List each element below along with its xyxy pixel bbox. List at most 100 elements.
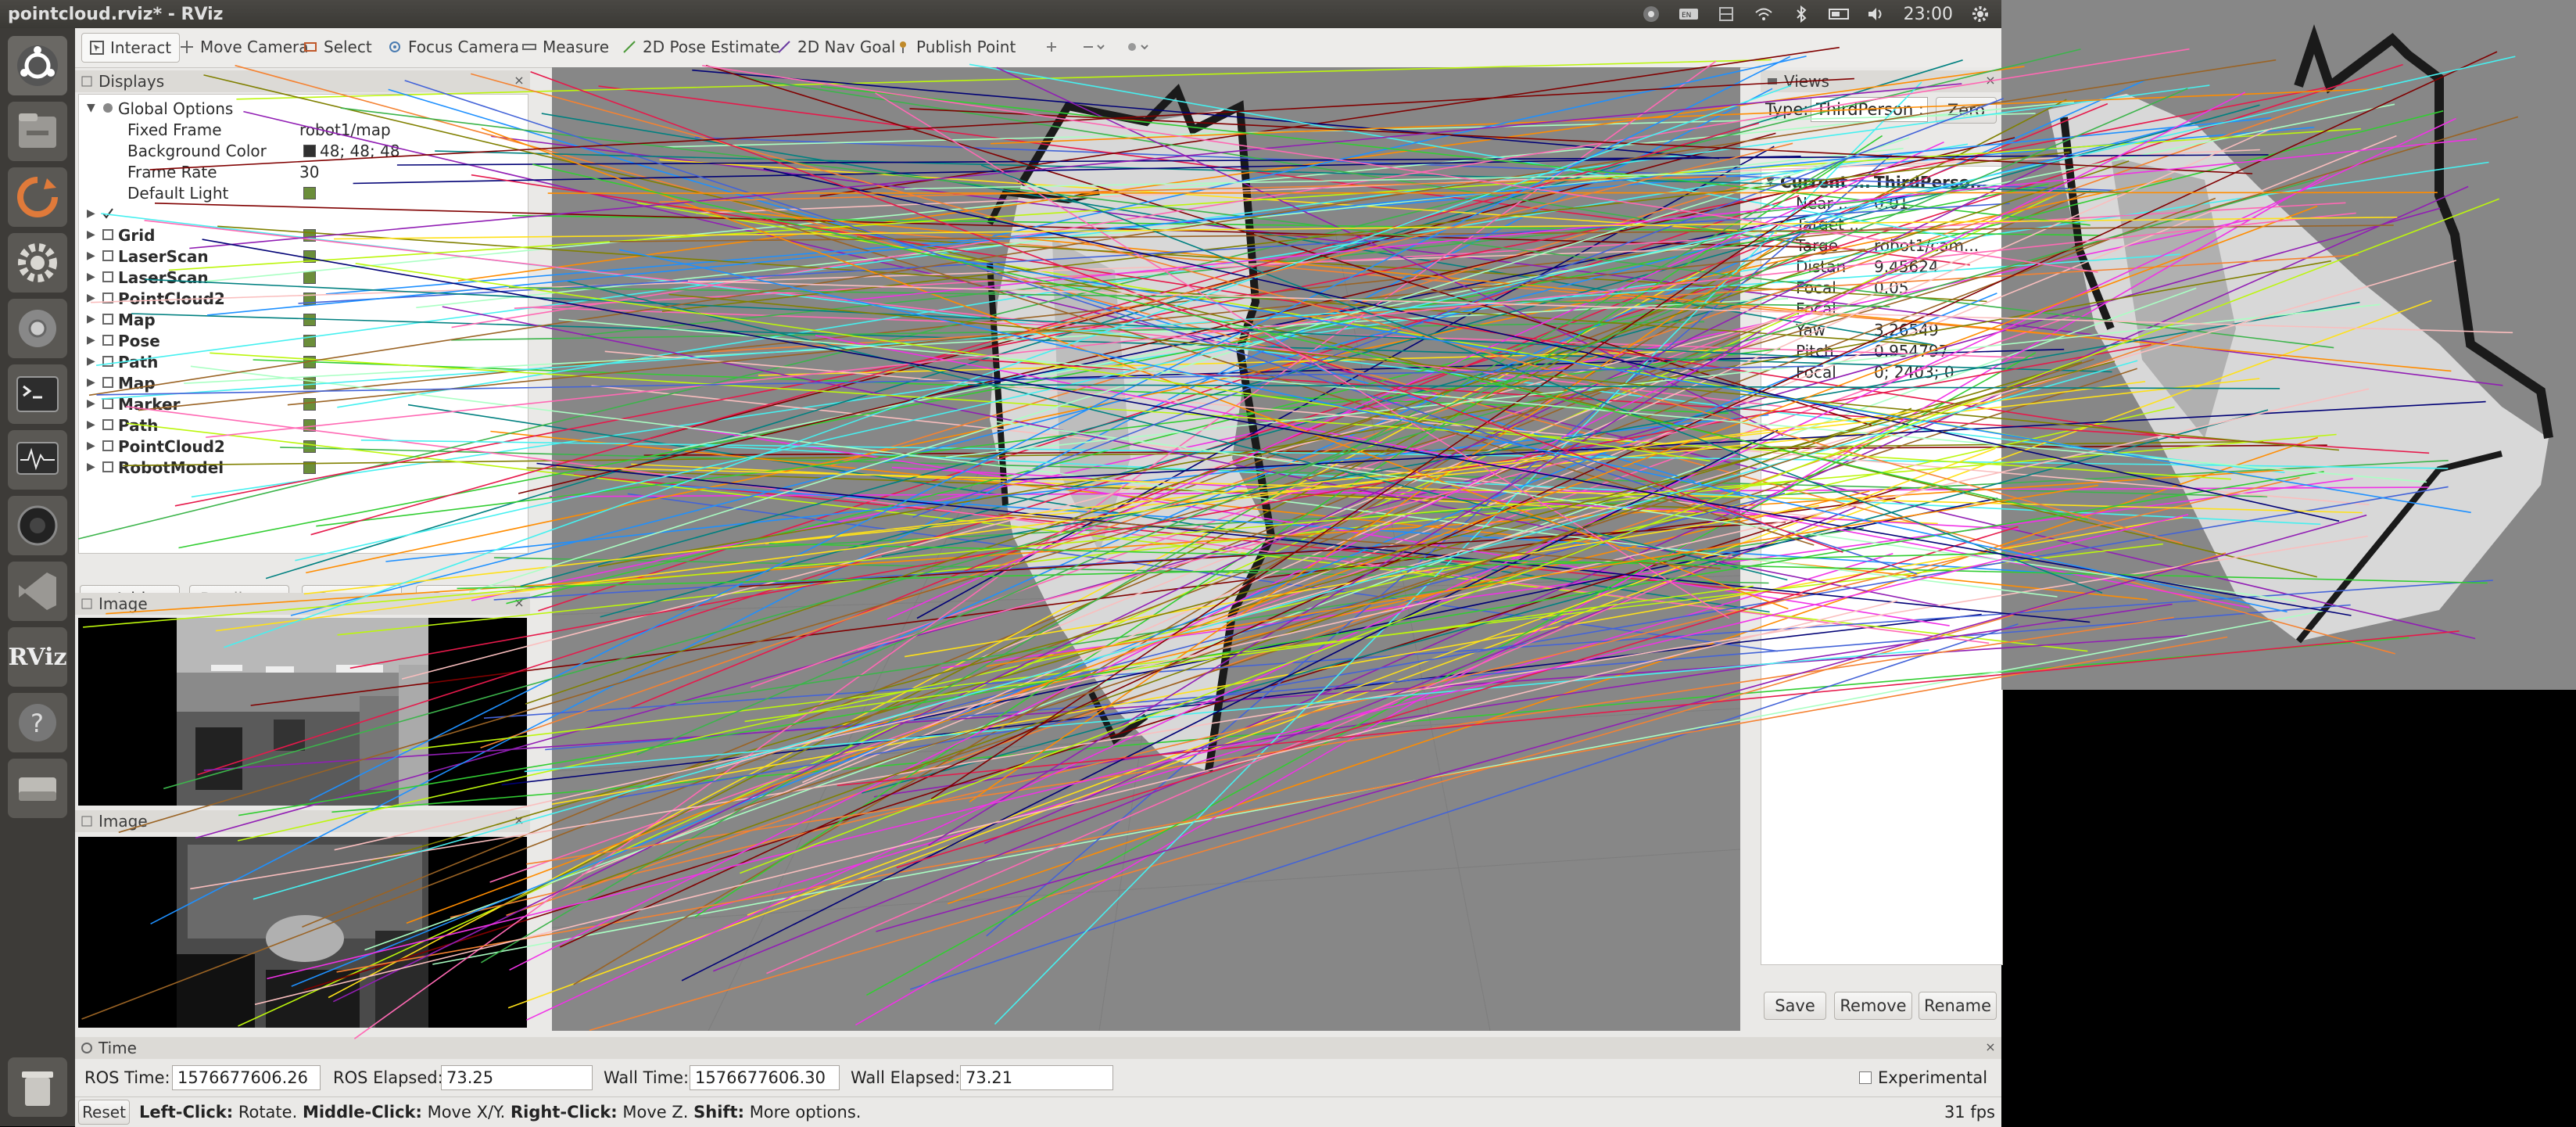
tool-publish-point[interactable]: Publish Point	[888, 33, 1023, 61]
wall-time-field[interactable]: 1576677606.30	[690, 1065, 840, 1090]
view-property-row[interactable]: Targe robot1/cam...	[1761, 235, 2002, 256]
enabled-checkbox[interactable]	[303, 250, 316, 263]
collapsed-arrow-icon[interactable]: ▶	[87, 440, 95, 452]
visual-studio-code-icon[interactable]	[8, 562, 67, 621]
terminal-icon[interactable]	[8, 364, 67, 424]
enabled-checkbox[interactable]	[303, 314, 316, 326]
chrome-icon[interactable]	[8, 299, 67, 358]
display-item-laserscan[interactable]: ▶ LaserScan	[79, 246, 517, 267]
wall-elapsed-field[interactable]: 73.21	[960, 1065, 1113, 1090]
enabled-checkbox[interactable]	[303, 461, 316, 474]
ros-time-field[interactable]: 1576677606.26	[172, 1065, 321, 1090]
display-item-grid[interactable]: ▶ Grid	[79, 224, 517, 246]
tool-measure[interactable]: Measure	[514, 33, 617, 61]
view-property-row[interactable]: Pitch 0.954797	[1761, 340, 2002, 361]
checkbox[interactable]	[303, 187, 316, 199]
enabled-checkbox[interactable]	[303, 419, 316, 432]
display-item-pointcloud2[interactable]: ▶ PointCloud2	[79, 288, 517, 309]
webcam-icon[interactable]	[8, 496, 67, 555]
system-settings-icon[interactable]	[8, 233, 67, 293]
3d-render-viewport[interactable]	[552, 67, 1740, 1031]
battery-icon[interactable]	[1828, 4, 1849, 24]
enabled-checkbox[interactable]	[303, 440, 316, 453]
option-row[interactable]: Default Light	[79, 182, 517, 203]
enabled-checkbox[interactable]	[303, 377, 316, 389]
display-item-robotmodel[interactable]: ▶ RobotModel	[79, 457, 517, 478]
display-item-marker[interactable]: ▶ Marker	[79, 393, 517, 415]
close-icon[interactable]: ×	[1984, 1041, 1997, 1053]
expanded-arrow-icon[interactable]: ▼	[87, 102, 95, 114]
display-item-pointcloud2[interactable]: ▶ PointCloud2	[79, 436, 517, 457]
display-item-path[interactable]: ▶ Path	[79, 415, 517, 436]
collapsed-arrow-icon[interactable]: ▶	[87, 292, 95, 304]
view-property-row[interactable]: Distan 9.45624	[1761, 256, 2002, 277]
option-row[interactable]: Frame Rate 30	[79, 161, 517, 182]
view-property-row[interactable]: Focal 0; 2403; 0	[1761, 361, 2002, 382]
display-tree[interactable]: ▼ Global Options Fixed Frame robot1/map …	[78, 94, 528, 554]
camera-type-button[interactable]	[1118, 33, 1157, 61]
enabled-checkbox[interactable]	[303, 271, 316, 284]
files-icon[interactable]	[8, 102, 67, 161]
global-options-row[interactable]: ▼ Global Options	[79, 98, 517, 119]
system-monitor-icon[interactable]	[8, 430, 67, 490]
clock[interactable]: 23:00	[1904, 5, 1953, 24]
display-item-map[interactable]: ▶ Map	[79, 309, 517, 330]
view-property-row[interactable]: Target ...	[1761, 214, 2002, 235]
color-swatch[interactable]	[303, 145, 316, 157]
tool-2d-nav-goal[interactable]: 2D Nav Goal	[769, 33, 903, 61]
collapsed-arrow-icon[interactable]: ▶	[87, 228, 95, 241]
collapsed-arrow-icon[interactable]: ▶	[87, 397, 95, 410]
tool-move-camera[interactable]: Move Camera	[172, 33, 316, 61]
tool-select[interactable]: Select	[296, 33, 380, 61]
views-list[interactable]: ▼ Current ... ThirdPerso... Near ... 0.01…	[1761, 166, 2003, 965]
current-view-row[interactable]: ▼ Current ... ThirdPerso...	[1761, 171, 2002, 192]
display-item-laserscan[interactable]: ▶ LaserScan	[79, 267, 517, 288]
add-tool-button[interactable]	[1037, 33, 1066, 61]
rename-view-button[interactable]: Rename	[1919, 992, 1997, 1020]
rgb-camera-image[interactable]	[78, 618, 527, 806]
wifi-icon[interactable]	[1754, 4, 1774, 24]
remove-view-button[interactable]: Remove	[1834, 992, 1912, 1020]
collapsed-arrow-icon[interactable]: ▶	[87, 207, 95, 220]
disk-icon[interactable]	[8, 759, 67, 818]
close-icon[interactable]: ×	[513, 74, 525, 87]
chrome-icon[interactable]	[1641, 4, 1661, 24]
collapsed-arrow-icon[interactable]: ▶	[87, 271, 95, 283]
collapsed-arrow-icon[interactable]: ▶	[87, 418, 95, 431]
keyboard-icon[interactable]: EN	[1679, 4, 1699, 24]
tool-2d-pose-estimate[interactable]: 2D Pose Estimate	[614, 33, 788, 61]
collapsed-arrow-icon[interactable]: ▶	[87, 355, 95, 368]
expanded-arrow-icon[interactable]: ▼	[1766, 175, 1775, 188]
enabled-checkbox[interactable]	[303, 293, 316, 305]
ros-elapsed-field[interactable]: 73.25	[441, 1065, 593, 1090]
option-row[interactable]: Background Color 48; 48; 48	[79, 140, 517, 161]
save-view-button[interactable]: Save	[1764, 992, 1826, 1020]
view-property-row[interactable]: Focal	[1761, 298, 2002, 319]
close-icon[interactable]: ×	[1984, 74, 1997, 87]
display-item-path[interactable]: ▶ Path	[79, 351, 517, 372]
collapsed-arrow-icon[interactable]: ▶	[87, 313, 95, 325]
experimental-checkbox[interactable]	[1859, 1071, 1872, 1084]
help-icon[interactable]: ?	[8, 693, 67, 752]
enabled-checkbox[interactable]	[303, 356, 316, 368]
network-icon[interactable]	[1716, 4, 1736, 24]
view-type-select[interactable]: ThirdPerson :	[1811, 97, 1928, 122]
bluetooth-icon[interactable]	[1791, 4, 1811, 24]
display-item-global-status[interactable]: ▶	[79, 203, 517, 224]
collapsed-arrow-icon[interactable]: ▶	[87, 334, 95, 346]
rviz-icon[interactable]: RViz	[8, 627, 67, 687]
reset-button[interactable]: Reset	[78, 1100, 130, 1125]
zero-view-button[interactable]: Zero	[1936, 97, 1997, 124]
display-item-pose[interactable]: ▶ Pose	[79, 330, 517, 351]
option-row[interactable]: Fixed Frame robot1/map	[79, 119, 517, 140]
depth-camera-image[interactable]	[78, 837, 527, 1028]
display-item-map[interactable]: ▶ Map	[79, 372, 517, 393]
enabled-checkbox[interactable]	[303, 229, 316, 242]
remove-tool-button[interactable]	[1074, 33, 1113, 61]
enabled-checkbox[interactable]	[303, 335, 316, 347]
close-icon[interactable]: ×	[513, 597, 525, 609]
trash-icon[interactable]	[8, 1057, 67, 1117]
volume-icon[interactable]	[1866, 4, 1886, 24]
collapsed-arrow-icon[interactable]: ▶	[87, 249, 95, 262]
tool-interact[interactable]: Interact	[81, 33, 181, 63]
